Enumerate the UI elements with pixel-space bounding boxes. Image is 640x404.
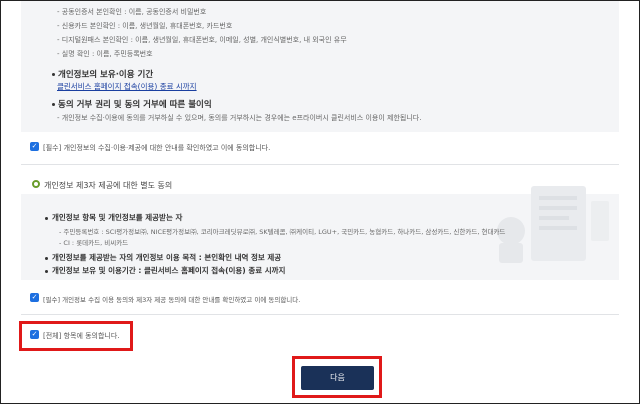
refusal-title: 동의 거부 권리 및 동의 거부에 따른 불이익	[58, 100, 212, 110]
consent2-checkbox[interactable]: ✓	[30, 293, 39, 302]
provider-title-text: 개인정보 항목 및 개인정보를 제공받는 자	[52, 213, 183, 222]
refusal-text: - 개인정보 수집·이용에 동의를 거부하실 수 있으며, 동의를 거부하시는 …	[57, 114, 422, 122]
third-party-heading: 개인정보 제3자 제공에 대한 별도 동의	[44, 181, 173, 190]
bullet-icon	[52, 103, 55, 106]
info-item: - 디지털원패스 본인확인 : 이름, 생년월일, 휴대폰번호, 이메일, 성별…	[57, 36, 347, 44]
provider-sub2: - CI : 롯데카드, 비씨카드	[59, 239, 129, 247]
all-agree-label: [전체] 항목에 동의합니다.	[43, 332, 120, 340]
bullet-icon	[52, 73, 55, 76]
info-item: - 신용카드 본인확인 : 이름, 생년월일, 휴대폰번호, 카드번호	[57, 22, 233, 30]
next-button[interactable]: 다음	[301, 366, 374, 390]
page-frame: - 공동인증서 본인확인 : 이름, 공동인증서 비밀번호 - 신용카드 본인확…	[0, 0, 640, 404]
consent1-label: [필수] 개인정보의 수집·이용·제공에 대한 안내를 확인하였고 이에 동의합…	[43, 144, 271, 152]
purpose-title: 개인정보를 제공받는 자의 개인정보 이용 목적 : 본인확인 내역 정보 제공	[45, 252, 281, 263]
retention-title: 개인정보의 보유·이용 기간	[58, 70, 154, 80]
provider-sub1: - 주민등록번호 : SCI평가정보㈜, NICE평가정보㈜, 코리아크레딧뷰로…	[59, 228, 506, 236]
period-title: 개인정보 보유 및 이용기간 : 클린서비스 홈페이지 접속(이용) 종료 시까…	[45, 265, 285, 276]
purpose-title-text: 개인정보를 제공받는 자의 개인정보 이용 목적 : 본인확인 내역 정보 제공	[52, 253, 282, 262]
consent2-label: [필수] 개인정보 수집 이용 동의와 제3자 제공 동의에 대한 안내를 확인…	[43, 296, 301, 304]
retention-link[interactable]: 클린서비스 홈페이지 접속(이용) 종료 시까지	[57, 81, 197, 92]
divider	[21, 314, 619, 315]
info-item: - 공동인증서 본인확인 : 이름, 공동인증서 비밀번호	[57, 8, 207, 16]
provider-title: 개인정보 항목 및 개인정보를 제공받는 자	[45, 212, 182, 223]
consent1-checkbox[interactable]: ✓	[30, 142, 39, 151]
divider	[21, 164, 619, 165]
info-item: - 실명 확인 : 이름, 주민등록번호	[57, 50, 153, 58]
all-agree-checkbox[interactable]: ✓	[30, 330, 39, 339]
third-party-radio-icon	[32, 180, 40, 188]
period-title-text: 개인정보 보유 및 이용기간 : 클린서비스 홈페이지 접속(이용) 종료 시까…	[52, 266, 286, 275]
